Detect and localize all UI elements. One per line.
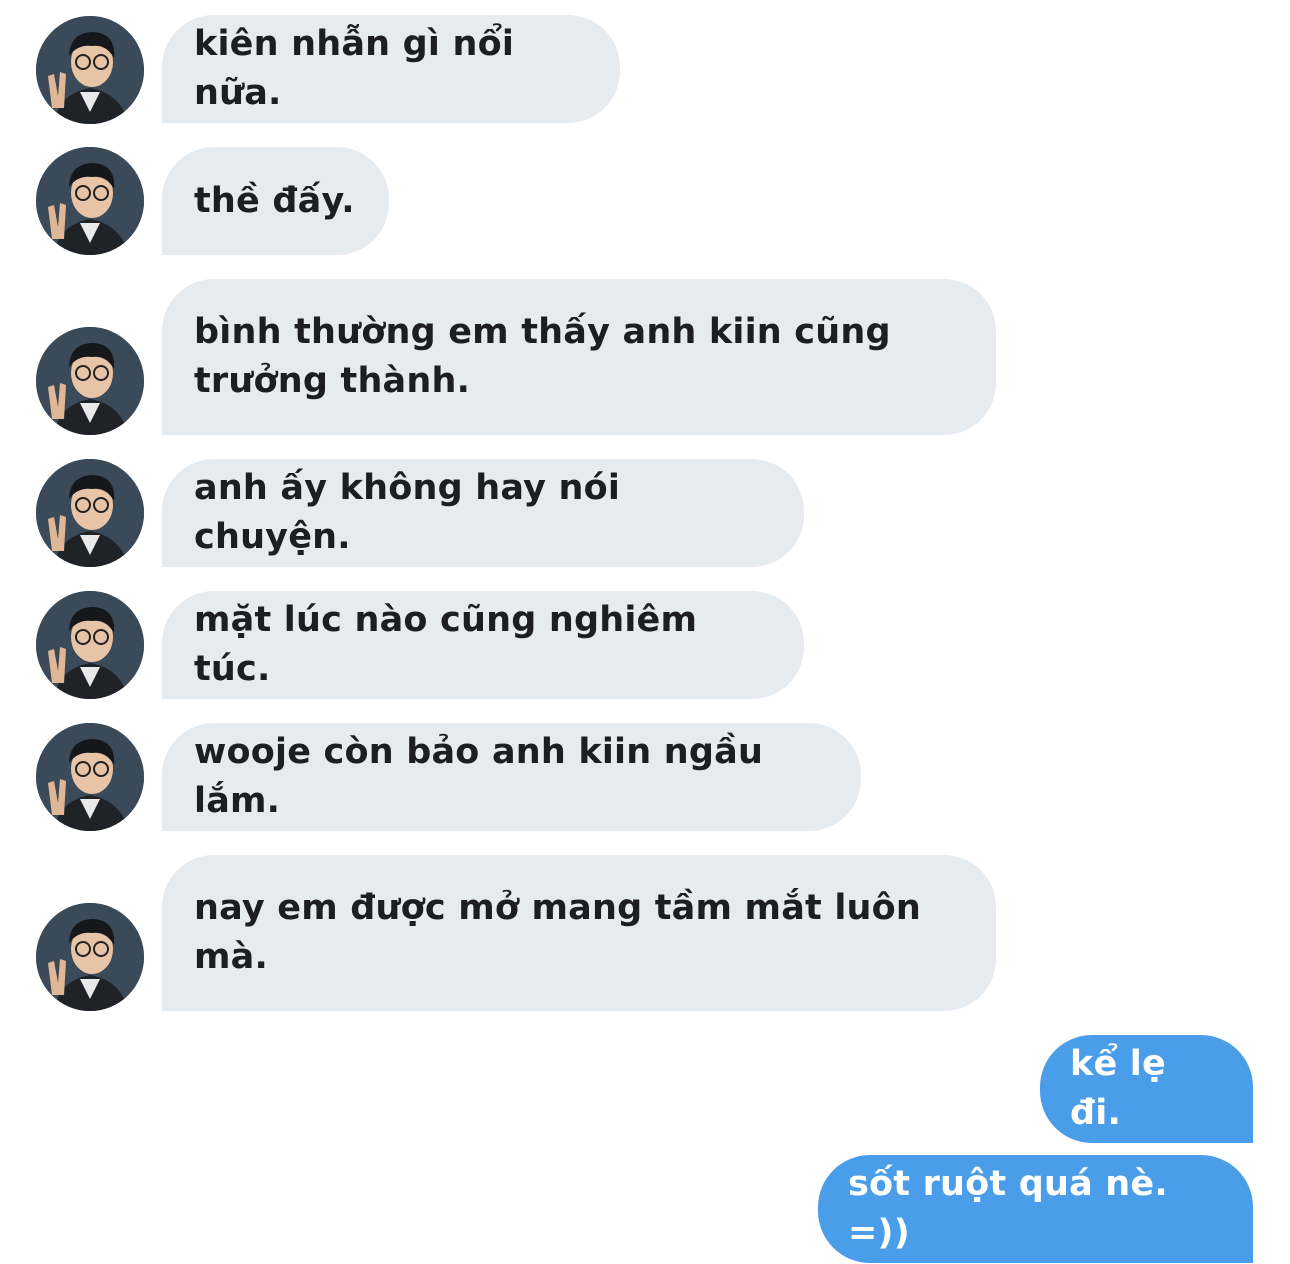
avatar-photo-icon <box>36 591 144 699</box>
avatar-photo-icon <box>36 147 144 255</box>
message-bubble-outgoing[interactable]: sốt ruột quá nè. =)) <box>818 1155 1253 1263</box>
sender-avatar[interactable] <box>36 591 144 699</box>
avatar-photo-icon <box>36 327 144 435</box>
sender-avatar[interactable] <box>36 16 144 124</box>
message-text: wooje còn bảo anh kiin ngầu lắm. <box>194 732 764 821</box>
message-bubble-incoming[interactable]: mặt lúc nào cũng nghiêm túc. <box>162 591 804 699</box>
sender-avatar[interactable] <box>36 723 144 831</box>
avatar-photo-icon <box>36 723 144 831</box>
sender-avatar[interactable] <box>36 327 144 435</box>
message-text: nay em được mở mang tầm mắt luôn mà. <box>194 888 922 977</box>
sender-avatar[interactable] <box>36 459 144 567</box>
sender-avatar[interactable] <box>36 903 144 1011</box>
message-bubble-incoming[interactable]: anh ấy không hay nói chuyện. <box>162 459 804 567</box>
message-bubble-incoming[interactable]: bình thường em thấy anh kiin cũng trưởng… <box>162 279 996 435</box>
avatar-photo-icon <box>36 459 144 567</box>
message-bubble-incoming[interactable]: wooje còn bảo anh kiin ngầu lắm. <box>162 723 861 831</box>
sender-avatar[interactable] <box>36 147 144 255</box>
message-text: mặt lúc nào cũng nghiêm túc. <box>194 600 698 689</box>
message-bubble-incoming[interactable]: nay em được mở mang tầm mắt luôn mà. <box>162 855 996 1011</box>
message-text: sốt ruột quá nè. =)) <box>848 1164 1168 1253</box>
message-text: bình thường em thấy anh kiin cũng trưởng… <box>194 312 891 401</box>
message-thread: kiên nhẫn gì nổi nữa. thề đấy. bình thườ… <box>0 0 1290 1264</box>
message-text: kiên nhẫn gì nổi nữa. <box>194 24 515 113</box>
message-bubble-incoming[interactable]: kiên nhẫn gì nổi nữa. <box>162 15 620 123</box>
avatar-photo-icon <box>36 16 144 124</box>
message-bubble-incoming[interactable]: thề đấy. <box>162 147 389 255</box>
message-text: kể lẹ đi. <box>1070 1044 1166 1133</box>
message-bubble-outgoing[interactable]: kể lẹ đi. <box>1040 1035 1253 1143</box>
avatar-photo-icon <box>36 903 144 1011</box>
message-text: anh ấy không hay nói chuyện. <box>194 468 621 557</box>
message-text: thề đấy. <box>194 180 355 221</box>
